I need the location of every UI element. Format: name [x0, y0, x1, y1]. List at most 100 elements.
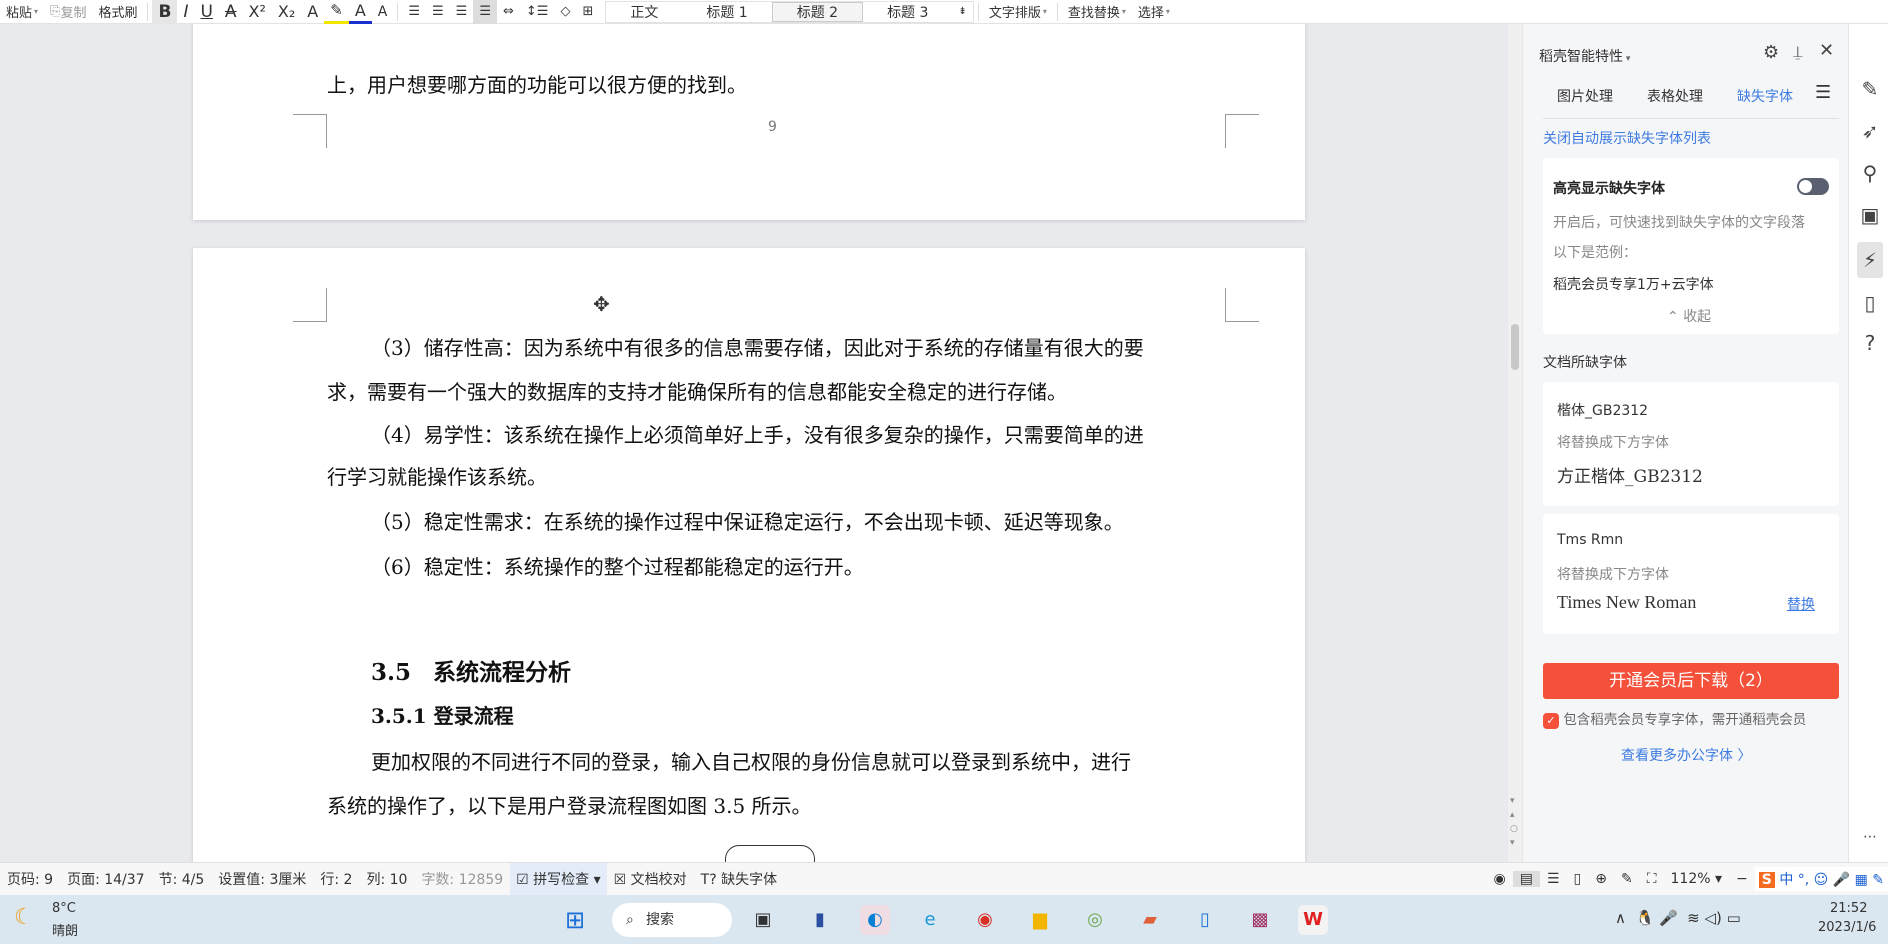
chrome-icon[interactable]: ◉ [970, 905, 1000, 935]
zoom-out-button[interactable]: − [1729, 871, 1755, 887]
font-color-button[interactable]: A [348, 0, 372, 24]
weather-temp[interactable]: 8°C [52, 901, 76, 916]
crop-mark [293, 288, 327, 322]
panel-title[interactable]: 稻壳智能特性 ▾ [1539, 46, 1630, 66]
status-row[interactable]: 行: 2 [313, 869, 359, 889]
underline-button[interactable]: U [194, 0, 218, 24]
align-center-icon[interactable]: ☰ [426, 0, 450, 24]
justify-icon[interactable]: ☰ [473, 0, 497, 24]
download-fonts-button[interactable]: 开通会员后下载（2） [1543, 663, 1839, 699]
search-box[interactable]: ⌕ 搜索 [612, 903, 732, 937]
align-left-icon[interactable]: ☰ [402, 0, 426, 24]
distribute-icon[interactable]: ⇔ [497, 0, 520, 24]
example-text: 稻壳会员专享1万+云字体 [1553, 277, 1714, 293]
web-view-icon[interactable]: ⊕ [1588, 871, 1614, 887]
page-nav-icons[interactable]: ▾ ▴ ○ ▾ [1510, 794, 1518, 850]
style-more-icon[interactable]: ⇟ [952, 2, 972, 22]
bold-button[interactable]: B [152, 0, 178, 24]
task-view-icon[interactable]: ▣ [748, 905, 778, 935]
settings-gear-icon[interactable]: ⚙ [1763, 42, 1779, 63]
wps-icon[interactable]: W [1298, 905, 1328, 935]
cursor-icon[interactable]: ➶ [1857, 118, 1883, 144]
spell-check-button[interactable]: ☑ 拼写检查 ▾ [510, 863, 607, 895]
more-icon[interactable]: ⋯ [1857, 824, 1883, 850]
find-replace-button[interactable]: 查找替换 ▾ [1062, 0, 1132, 24]
shading-icon[interactable]: ◇ [554, 0, 576, 24]
ie-icon[interactable]: e [915, 905, 945, 935]
line-spacing-icon[interactable]: ↕☰ [520, 0, 555, 24]
phone-icon[interactable]: ▯ [1190, 905, 1220, 935]
edge-icon[interactable]: ◐ [860, 905, 890, 935]
book-icon[interactable]: ▯ [1857, 290, 1883, 316]
borders-icon[interactable]: ⊞ [576, 0, 599, 24]
menu-icon[interactable]: ☰ [1815, 82, 1831, 103]
style-heading-3[interactable]: 标题 3 [863, 2, 952, 22]
replace-link[interactable]: 替换 [1787, 594, 1815, 614]
style-normal[interactable]: 正文 [606, 2, 682, 22]
status-bar: 页码: 9 页面: 14/37 节: 4/5 设置值: 3厘米 行: 2 列: … [0, 862, 1888, 895]
app-icon[interactable]: ◎ [1080, 905, 1110, 935]
superscript-button[interactable]: X² [243, 0, 272, 24]
vertical-scrollbar[interactable]: ▾ ▴ ○ ▾ [1508, 24, 1522, 862]
status-col[interactable]: 列: 10 [359, 869, 414, 889]
file-explorer-icon[interactable]: ▆ [1025, 905, 1055, 935]
clock-date[interactable]: 2023/1/6 [1818, 920, 1876, 935]
italic-button[interactable]: I [177, 0, 194, 24]
help-icon[interactable]: ? [1857, 330, 1883, 356]
start-icon[interactable]: ⊞ [560, 905, 590, 935]
text-line: 系统的操作了，以下是用户登录流程图如图 3.5 所示。 [327, 794, 812, 818]
char-border-button[interactable]: A [372, 0, 394, 24]
tab-table-processing[interactable]: 表格处理 [1647, 86, 1703, 106]
status-setting[interactable]: 设置值: 3厘米 [211, 869, 313, 889]
member-note: ✓ 包含稻壳会员专享字体，需开通稻壳会员 [1543, 708, 1806, 729]
subscript-button[interactable]: X₂ [272, 0, 301, 24]
status-page[interactable]: 页面: 14/37 [60, 869, 152, 889]
more-fonts-link[interactable]: 查看更多办公字体 〉 [1621, 745, 1751, 765]
doc-check-button[interactable]: ☒ 文档校对 [607, 869, 694, 889]
collapse-button[interactable]: ⌃ 收起 [1667, 306, 1711, 326]
ime-toolbar[interactable]: S 中 °, ☺ 🎤 ▦ ✎ [1754, 867, 1888, 891]
style-heading-1[interactable]: 标题 1 [682, 2, 771, 22]
status-section[interactable]: 节: 4/5 [152, 869, 212, 889]
highlight-button[interactable]: ✎ [324, 0, 349, 24]
page-view-icon[interactable]: ▤ [1512, 871, 1540, 887]
text-line: 更加权限的不同进行不同的登录，输入自己权限的身份信息就可以登录到系统中，进行 [371, 750, 1131, 774]
eye-protect-icon[interactable]: ◉ [1487, 871, 1513, 887]
sliders-icon[interactable]: ⚲ [1857, 160, 1883, 186]
text-layout-button[interactable]: 文字排版 ▾ [983, 0, 1053, 24]
close-icon[interactable]: ✕ [1819, 40, 1834, 61]
write-view-icon[interactable]: ✎ [1614, 871, 1640, 887]
powerpoint-icon[interactable]: ▰ [1135, 905, 1165, 935]
smart-features-icon[interactable]: ⚡ [1857, 242, 1883, 278]
style-heading-2[interactable]: 标题 2 [771, 1, 864, 22]
highlight-toggle[interactable] [1797, 178, 1829, 195]
paste-button[interactable]: 粘贴 ▾ [0, 0, 44, 24]
clock-time[interactable]: 21:52 [1830, 901, 1867, 916]
scrollbar-thumb[interactable] [1511, 324, 1519, 370]
format-painter-button[interactable]: 格式刷 [92, 0, 143, 24]
copy-button[interactable]: ⎘ 复制 [44, 0, 92, 24]
missing-font-status-button[interactable]: T? 缺失字体 [694, 869, 784, 889]
system-tray[interactable]: ∧ 🐧 🎤 ≋ ◁) ▭ [1615, 909, 1741, 927]
outline-view-icon[interactable]: ☰ [1540, 871, 1567, 887]
tab-image-processing[interactable]: 图片处理 [1557, 86, 1613, 106]
pin-icon[interactable]: ⍊ [1793, 42, 1803, 62]
align-right-icon[interactable]: ☰ [450, 0, 474, 24]
select-button[interactable]: 选择 ▾ [1132, 0, 1176, 24]
reading-view-icon[interactable]: ▯ [1567, 871, 1589, 887]
close-auto-show-link[interactable]: 关闭自动展示缺失字体列表 [1543, 128, 1711, 148]
text-effect-button[interactable]: A [301, 0, 324, 24]
zoom-level[interactable]: 112% ▾ [1664, 871, 1730, 887]
fit-page-icon[interactable]: ⛶ [1640, 871, 1664, 887]
image-tools-icon[interactable]: ▣ [1857, 202, 1883, 228]
strikethrough-button[interactable]: A [219, 0, 243, 24]
jetbrains-icon[interactable]: ▩ [1245, 905, 1275, 935]
status-page-code[interactable]: 页码: 9 [0, 869, 60, 889]
app-icon[interactable]: ▮ [805, 905, 835, 935]
collapse-label: 收起 [1683, 309, 1712, 325]
weather-desc[interactable]: 晴朗 [52, 920, 78, 939]
status-word-count[interactable]: 字数: 12859 [414, 869, 510, 889]
pen-icon[interactable]: ✎ [1857, 76, 1883, 102]
document-area[interactable]: 上，用户想要哪方面的功能可以很方便的找到。 9 ✥ （3）储存性高：因为系统中有… [0, 24, 1508, 862]
tab-missing-fonts[interactable]: 缺失字体 [1737, 86, 1793, 106]
